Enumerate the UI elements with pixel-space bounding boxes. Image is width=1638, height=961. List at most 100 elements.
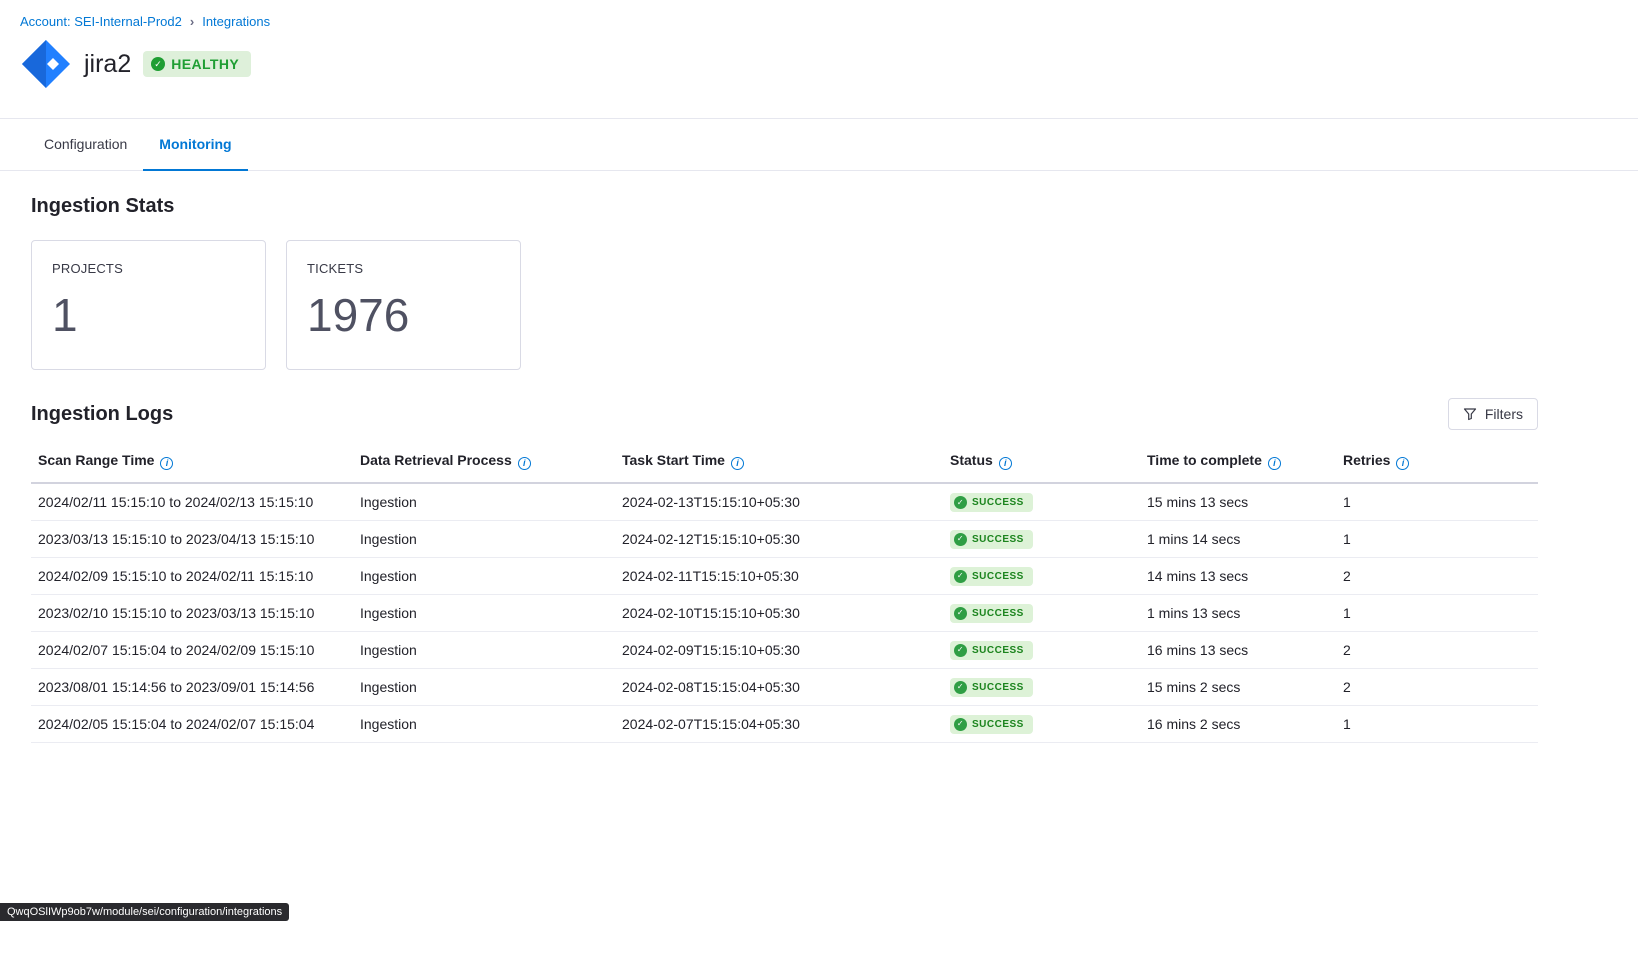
cell-retries: 1 bbox=[1343, 594, 1538, 631]
info-icon[interactable]: i bbox=[518, 457, 531, 470]
column-header-task-start-time: Task Start Time i bbox=[622, 444, 950, 483]
cell-retries: 2 bbox=[1343, 557, 1538, 594]
status-badge-label: SUCCESS bbox=[972, 534, 1024, 545]
url-status-bar: QwqOSlIWp9ob7w/module/sei/configuration/… bbox=[0, 903, 289, 921]
cell-time-to-complete: 1 mins 13 secs bbox=[1147, 594, 1343, 631]
cell-retries: 1 bbox=[1343, 705, 1538, 742]
status-badge: ✓ SUCCESS bbox=[950, 604, 1033, 623]
ingestion-logs-heading: Ingestion Logs bbox=[31, 403, 173, 426]
health-badge: ✓ HEALTHY bbox=[143, 51, 251, 77]
jira-logo-icon bbox=[20, 38, 72, 90]
cell-retries: 2 bbox=[1343, 631, 1538, 668]
cell-process: Ingestion bbox=[360, 705, 622, 742]
stat-card-value: 1976 bbox=[307, 288, 500, 342]
cell-retries: 1 bbox=[1343, 483, 1538, 520]
cell-time-to-complete: 16 mins 2 secs bbox=[1147, 705, 1343, 742]
column-header-label: Scan Range Time bbox=[38, 452, 154, 468]
cell-retries: 2 bbox=[1343, 668, 1538, 705]
filter-icon bbox=[1463, 407, 1477, 421]
breadcrumb-integrations-link[interactable]: Integrations bbox=[202, 14, 270, 29]
log-row: 2023/08/01 15:14:56 to 2023/09/01 15:14:… bbox=[31, 668, 1538, 705]
cell-status: ✓ SUCCESS bbox=[950, 483, 1147, 520]
status-badge-label: SUCCESS bbox=[972, 719, 1024, 730]
cell-status: ✓SUCCESS bbox=[950, 631, 1147, 668]
check-circle-icon: ✓ bbox=[954, 607, 967, 620]
page-title: jira2 bbox=[84, 50, 131, 79]
column-header-time-to-complete: Time to complete i bbox=[1147, 444, 1343, 483]
status-badge: ✓SUCCESS bbox=[950, 678, 1033, 697]
check-circle-icon: ✓ bbox=[954, 496, 967, 509]
cell-process: Ingestion bbox=[360, 631, 622, 668]
tab-configuration[interactable]: Configuration bbox=[28, 119, 143, 171]
cell-process: Ingestion bbox=[360, 594, 622, 631]
status-badge-label: SUCCESS bbox=[972, 497, 1024, 508]
cell-task-start: 2024-02-11T15:15:10+05:30 bbox=[622, 557, 950, 594]
cell-time-to-complete: 14 mins 13 secs bbox=[1147, 557, 1343, 594]
cell-task-start: 2024-02-12T15:15:10+05:30 bbox=[622, 520, 950, 557]
status-badge: ✓SUCCESS bbox=[950, 530, 1033, 549]
page-header: Account: SEI-Internal-Prod2 › Integratio… bbox=[0, 0, 1638, 119]
cell-task-start: 2024-02-08T15:15:04+05:30 bbox=[622, 668, 950, 705]
check-circle-icon: ✓ bbox=[954, 718, 967, 731]
status-badge: ✓SUCCESS bbox=[950, 641, 1033, 660]
column-header-scan-range-time: Scan Range Time i bbox=[31, 444, 360, 483]
cell-scan-range: 2023/08/01 15:14:56 to 2023/09/01 15:14:… bbox=[31, 668, 360, 705]
info-icon[interactable]: i bbox=[1396, 457, 1409, 470]
column-header-label: Retries bbox=[1343, 452, 1390, 468]
cell-process: Ingestion bbox=[360, 668, 622, 705]
column-header-status: Statusi bbox=[950, 444, 1147, 483]
info-icon[interactable]: i bbox=[731, 457, 744, 470]
column-header-data-retrieval-process: Data Retrieval Process i bbox=[360, 444, 622, 483]
info-icon[interactable]: i bbox=[1268, 457, 1281, 470]
cell-task-start: 2024-02-10T15:15:10+05:30 bbox=[622, 594, 950, 631]
status-badge-label: SUCCESS bbox=[972, 608, 1024, 619]
filters-button[interactable]: Filters bbox=[1448, 398, 1538, 430]
ingestion-logs-header-row: Ingestion Logs Filters bbox=[31, 398, 1538, 430]
ingestion-stats-cards: PROJECTS 1 TICKETS 1976 bbox=[31, 240, 1538, 370]
cell-scan-range: 2024/02/11 15:15:10 to 2024/02/13 15:15:… bbox=[31, 483, 360, 520]
cell-status: ✓SUCCESS bbox=[950, 520, 1147, 557]
tickets-stat-card: TICKETS 1976 bbox=[286, 240, 521, 370]
chevron-right-icon: › bbox=[190, 14, 194, 29]
stat-card-label: PROJECTS bbox=[52, 261, 245, 276]
info-icon[interactable]: i bbox=[160, 457, 173, 470]
cell-time-to-complete: 15 mins 13 secs bbox=[1147, 483, 1343, 520]
tab-bar: Configuration Monitoring bbox=[0, 119, 1638, 171]
cell-status: ✓SUCCESS bbox=[950, 557, 1147, 594]
cell-scan-range: 2024/02/07 15:15:04 to 2024/02/09 15:15:… bbox=[31, 631, 360, 668]
ingestion-stats-heading: Ingestion Stats bbox=[31, 195, 1538, 218]
cell-task-start: 2024-02-09T15:15:10+05:30 bbox=[622, 631, 950, 668]
cell-task-start: 2024-02-13T15:15:10+05:30 bbox=[622, 483, 950, 520]
cell-scan-range: 2024/02/09 15:15:10 to 2024/02/11 15:15:… bbox=[31, 557, 360, 594]
filters-button-label: Filters bbox=[1485, 406, 1523, 422]
column-header-label: Task Start Time bbox=[622, 452, 725, 468]
integration-title-row: jira2 ✓ HEALTHY bbox=[20, 38, 1618, 90]
stat-card-label: TICKETS bbox=[307, 261, 500, 276]
status-badge: ✓SUCCESS bbox=[950, 567, 1033, 586]
column-header-label: Time to complete bbox=[1147, 452, 1262, 468]
status-badge-label: SUCCESS bbox=[972, 571, 1024, 582]
log-row: 2024/02/07 15:15:04 to 2024/02/09 15:15:… bbox=[31, 631, 1538, 668]
health-badge-label: HEALTHY bbox=[171, 56, 239, 72]
column-header-label: Data Retrieval Process bbox=[360, 452, 512, 468]
status-badge: ✓ SUCCESS bbox=[950, 493, 1033, 512]
check-circle-icon: ✓ bbox=[954, 644, 967, 657]
table-header-row: Scan Range TimeiData Retrieval ProcessiT… bbox=[31, 444, 1538, 483]
log-row: 2023/03/13 15:15:10 to 2023/04/13 15:15:… bbox=[31, 520, 1538, 557]
status-badge-label: SUCCESS bbox=[972, 682, 1024, 693]
info-icon[interactable]: i bbox=[999, 457, 1012, 470]
projects-stat-card: PROJECTS 1 bbox=[31, 240, 266, 370]
tab-monitoring[interactable]: Monitoring bbox=[143, 119, 247, 171]
log-row: 2024/02/05 15:15:04 to 2024/02/07 15:15:… bbox=[31, 705, 1538, 742]
log-row: 2024/02/09 15:15:10 to 2024/02/11 15:15:… bbox=[31, 557, 1538, 594]
cell-process: Ingestion bbox=[360, 483, 622, 520]
cell-scan-range: 2023/02/10 15:15:10 to 2023/03/13 15:15:… bbox=[31, 594, 360, 631]
cell-time-to-complete: 16 mins 13 secs bbox=[1147, 631, 1343, 668]
log-row: 2024/02/11 15:15:10 to 2024/02/13 15:15:… bbox=[31, 483, 1538, 520]
cell-process: Ingestion bbox=[360, 520, 622, 557]
stat-card-value: 1 bbox=[52, 288, 245, 342]
cell-time-to-complete: 15 mins 2 secs bbox=[1147, 668, 1343, 705]
column-header-label: Status bbox=[950, 452, 993, 468]
cell-status: ✓ SUCCESS bbox=[950, 594, 1147, 631]
breadcrumb-account-link[interactable]: Account: SEI-Internal-Prod2 bbox=[20, 14, 182, 29]
